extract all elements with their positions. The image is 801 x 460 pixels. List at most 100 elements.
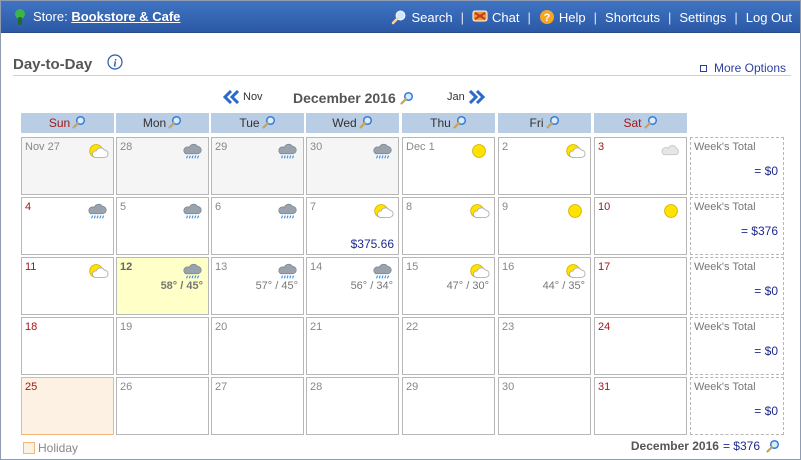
day-cell[interactable]: 27: [211, 377, 304, 435]
day-cell[interactable]: 28: [306, 377, 399, 435]
prev-month-button[interactable]: Nov: [223, 90, 263, 104]
day-cell[interactable]: 29: [402, 377, 495, 435]
day-date: 23: [502, 321, 515, 333]
day-cell[interactable]: 6: [211, 197, 304, 255]
day-cell[interactable]: 25: [21, 377, 114, 435]
day-cell[interactable]: 15 47° / 30°: [402, 257, 495, 315]
nav-chat[interactable]: Chat: [472, 9, 520, 25]
nav-logout[interactable]: Log Out: [746, 10, 792, 25]
day-cell[interactable]: 3: [594, 137, 687, 195]
week-total-cell: Week's Total = $0: [690, 257, 784, 315]
weekday-label: Sun: [48, 116, 71, 130]
nav-help-label: Help: [558, 9, 586, 25]
day-date: 28: [310, 381, 323, 393]
day-cell[interactable]: 29: [211, 137, 304, 195]
weekday-header-fri[interactable]: Fri: [498, 113, 591, 133]
day-cell[interactable]: 19: [116, 317, 209, 375]
day-cell[interactable]: 2: [498, 137, 591, 195]
help-icon: ?: [539, 10, 554, 24]
nav-settings[interactable]: Settings: [679, 10, 726, 25]
rain-icon: [183, 203, 202, 219]
rain-icon: [278, 263, 297, 279]
day-cell[interactable]: 4: [21, 197, 114, 255]
day-cell[interactable]: 14 56° / 34°: [306, 257, 399, 315]
prev-month-label: Nov: [243, 91, 263, 103]
magnifier-icon[interactable]: [168, 115, 182, 129]
day-cell[interactable]: 30: [498, 377, 591, 435]
day-date: Nov 27: [25, 141, 60, 153]
cloudy-icon: [661, 145, 679, 156]
weekday-header-sat[interactable]: Sat: [594, 113, 687, 133]
day-cell[interactable]: 30: [306, 137, 399, 195]
day-cell[interactable]: Nov 27: [21, 137, 114, 195]
nav-shortcuts[interactable]: Shortcuts: [605, 10, 660, 25]
magnifier-icon[interactable]: [453, 115, 467, 129]
rain-icon: [373, 263, 392, 279]
day-cell[interactable]: 26: [116, 377, 209, 435]
weekday-header-mon[interactable]: Mon: [116, 113, 209, 133]
magnifier-icon[interactable]: [766, 439, 780, 453]
day-cell[interactable]: 17: [594, 257, 687, 315]
day-temperature: 58° / 45°: [160, 280, 203, 292]
nav-separator: |: [527, 9, 531, 25]
day-cell[interactable]: Dec 1: [402, 137, 495, 195]
magnifier-icon[interactable]: [262, 115, 276, 129]
nav-shortcuts-label: Shortcuts: [605, 9, 660, 25]
day-cell[interactable]: 10: [594, 197, 687, 255]
partly-cloudy-icon: [374, 204, 394, 218]
week-total-cell: Week's Total = $376: [690, 197, 784, 255]
top-bar: Store: Bookstore & Cafe Search | Chat | …: [1, 1, 800, 33]
weekday-label: Thu: [430, 116, 451, 130]
magnifier-icon[interactable]: [643, 115, 658, 129]
rain-icon: [183, 143, 202, 159]
holiday-swatch: [23, 442, 35, 454]
day-date: 17: [598, 261, 611, 273]
nav-help[interactable]: ? Help: [539, 9, 586, 25]
day-date: 29: [406, 381, 419, 393]
day-cell[interactable]: 11: [21, 257, 114, 315]
day-cell[interactable]: 12 58° / 45°: [116, 257, 209, 315]
magnifier-icon[interactable]: [359, 115, 373, 129]
day-cell[interactable]: 9: [498, 197, 591, 255]
magnifier-icon[interactable]: [545, 115, 560, 129]
weekday-header-wed[interactable]: Wed: [306, 113, 399, 133]
day-cell[interactable]: 7 $375.66: [306, 197, 399, 255]
rain-icon: [278, 143, 297, 159]
day-cell[interactable]: 16 44° / 35°: [498, 257, 591, 315]
week-total-label: Week's Total: [694, 321, 756, 333]
day-temperature: 56° / 34°: [350, 280, 393, 292]
info-icon[interactable]: i: [107, 54, 123, 70]
store-name-link[interactable]: Bookstore & Cafe: [71, 9, 180, 24]
weekday-header-thu[interactable]: Thu: [402, 113, 495, 133]
week-total-value: = $0: [754, 284, 778, 298]
weekday-header-tue[interactable]: Tue: [211, 113, 304, 133]
week-total-value: = $0: [754, 164, 778, 178]
day-date: 11: [25, 261, 37, 273]
nav-separator: |: [593, 9, 598, 25]
next-month-button[interactable]: Jan: [447, 90, 485, 104]
day-temperature: 44° / 35°: [542, 280, 585, 292]
weekday-header-sun[interactable]: Sun: [21, 113, 114, 133]
top-nav: Search | Chat | ? Help | Shortcuts | Set…: [391, 9, 792, 25]
day-cell[interactable]: 21: [306, 317, 399, 375]
magnifier-icon[interactable]: [72, 115, 86, 129]
day-cell[interactable]: 28: [116, 137, 209, 195]
day-cell[interactable]: 18: [21, 317, 114, 375]
day-cell[interactable]: 13 57° / 45°: [211, 257, 304, 315]
next-month-label: Jan: [447, 91, 465, 103]
nav-search[interactable]: Search: [391, 9, 453, 25]
day-cell[interactable]: 24: [594, 317, 687, 375]
day-cell[interactable]: 22: [402, 317, 495, 375]
rain-icon: [373, 143, 392, 159]
partly-cloudy-icon: [470, 264, 490, 278]
day-cell[interactable]: 23: [498, 317, 591, 375]
magnifier-icon[interactable]: [400, 91, 414, 105]
day-cell[interactable]: 20: [211, 317, 304, 375]
more-options-link[interactable]: More Options: [699, 61, 786, 75]
day-cell[interactable]: 8: [402, 197, 495, 255]
day-cell[interactable]: 31: [594, 377, 687, 435]
day-date: 31: [598, 381, 611, 393]
day-date: 22: [406, 321, 419, 333]
day-cell[interactable]: 5: [116, 197, 209, 255]
week-total-label: Week's Total: [694, 381, 756, 393]
